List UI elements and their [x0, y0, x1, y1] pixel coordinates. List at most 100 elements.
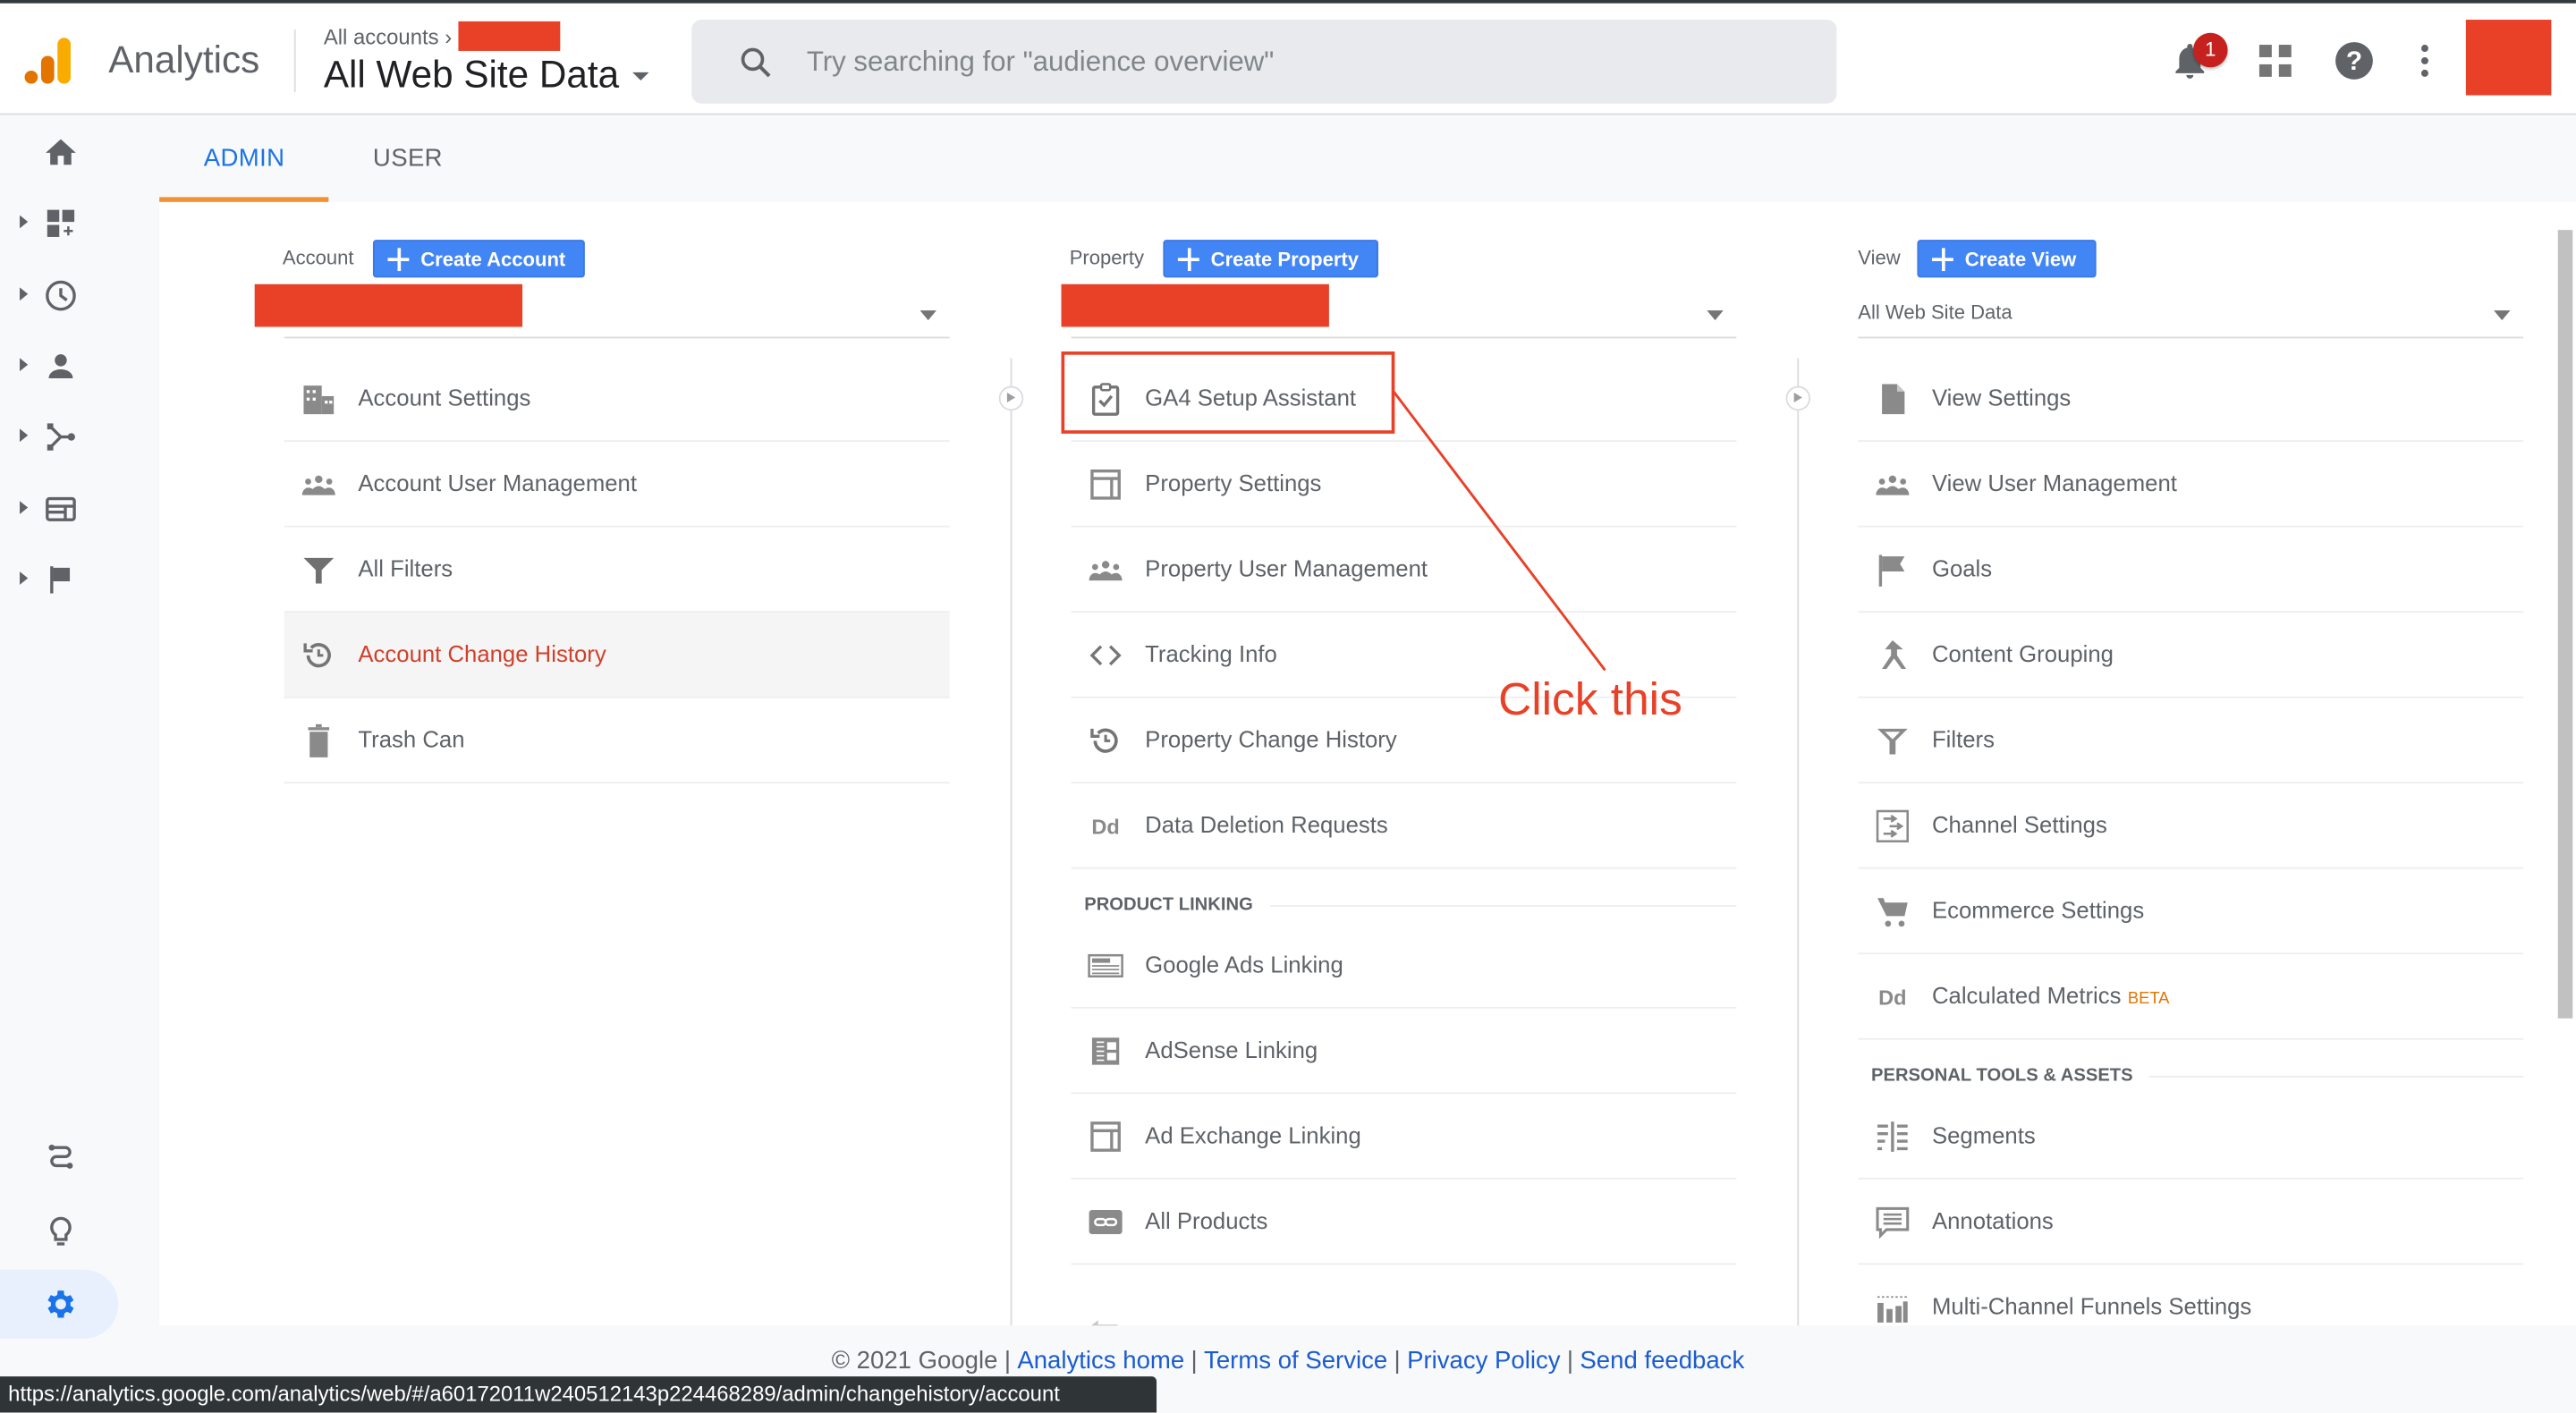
trash-can-item[interactable]: Trash Can — [284, 698, 950, 784]
ad-exchange-linking-item[interactable]: Ad Exchange Linking — [1071, 1094, 1737, 1180]
breadcrumb[interactable]: All accounts › — [324, 21, 561, 51]
filters-item[interactable]: Filters — [1858, 698, 2524, 784]
svg-text:Dd: Dd — [1878, 986, 1906, 1009]
more-vert-icon[interactable] — [2403, 39, 2446, 82]
item-label: Account User Management — [358, 470, 637, 496]
view-selector[interactable]: All Web Site Data — [323, 52, 649, 97]
item-label: Data Deletion Requests — [1145, 811, 1388, 838]
nav-home[interactable] — [0, 123, 118, 182]
flag-icon — [50, 566, 71, 594]
admin-panel: Account Create Account Account Settings … — [159, 201, 2576, 1326]
adsense-linking-item[interactable]: AdSense Linking — [1071, 1009, 1737, 1095]
footer-link-feedback[interactable]: Send feedback — [1580, 1347, 1744, 1375]
account-settings-item[interactable]: Account Settings — [284, 357, 950, 443]
code-icon — [1089, 645, 1122, 666]
nav-behavior[interactable] — [0, 479, 118, 538]
svg-text:?: ? — [2346, 47, 2362, 76]
account-user-management-item[interactable]: Account User Management — [284, 442, 950, 528]
search-box[interactable] — [691, 20, 1837, 104]
breadcrumb-all-accounts[interactable]: All accounts — [324, 25, 439, 50]
building-icon — [303, 385, 335, 415]
item-label: AdSense Linking — [1145, 1036, 1318, 1063]
view-settings-item[interactable]: View Settings — [1858, 357, 2524, 443]
item-label: Annotations — [1931, 1206, 2054, 1234]
content-grouping-item[interactable]: Content Grouping — [1858, 613, 2524, 698]
adsense-icon — [1091, 1037, 1120, 1065]
search-input[interactable] — [803, 39, 1796, 86]
create-account-button[interactable]: Create Account — [372, 240, 586, 278]
flag-icon — [1878, 554, 1905, 587]
google-ads-linking-item[interactable]: Google Ads Linking — [1071, 923, 1737, 1009]
apps-grid-icon[interactable] — [2254, 39, 2297, 82]
item-label: Calculated Metrics BETA — [1932, 982, 2169, 1008]
comment-icon — [1876, 1206, 1910, 1240]
footer-link-privacy[interactable]: Privacy Policy — [1407, 1347, 1560, 1375]
item-label: Google Ads Linking — [1145, 951, 1343, 977]
expand-arrow-icon — [20, 501, 29, 514]
annotations-item[interactable]: Annotations — [1858, 1180, 2524, 1265]
view-dropdown[interactable]: All Web Site Data — [1858, 294, 2524, 339]
browser-status-url: https://analytics.google.com/analytics/w… — [0, 1376, 1157, 1413]
tab-user[interactable]: USER — [373, 145, 443, 173]
expand-arrow-icon — [20, 571, 29, 585]
gear-icon — [47, 1290, 74, 1318]
account-selector[interactable] — [254, 283, 950, 339]
ga4-setup-assistant-item[interactable]: GA4 Setup Assistant — [1071, 357, 1737, 443]
data-deletion-requests-item[interactable]: Dd Data Deletion Requests — [1071, 783, 1737, 869]
property-user-management-item[interactable]: Property User Management — [1071, 528, 1737, 613]
item-label: Goals — [1931, 554, 1993, 582]
svg-text:Dd: Dd — [1091, 815, 1119, 838]
account-change-history-item[interactable]: Account Change History — [284, 613, 950, 698]
property-settings-item[interactable]: Property Settings — [1071, 442, 1737, 528]
nav-attribution[interactable] — [0, 1130, 118, 1189]
redacted-property-selection — [1061, 283, 1329, 327]
footer-link-terms[interactable]: Terms of Service — [1204, 1347, 1387, 1375]
mcf-settings-item[interactable]: Multi-Channel Funnels Settings — [1858, 1265, 2523, 1325]
clock-icon — [46, 280, 76, 311]
home-icon — [46, 139, 76, 165]
calculated-metrics-item[interactable]: Dd Calculated Metrics BETA — [1858, 954, 2524, 1040]
all-products-item[interactable]: All Products — [1071, 1180, 1737, 1265]
tab-admin[interactable]: ADMIN — [204, 145, 285, 173]
create-property-button[interactable]: Create Property — [1163, 240, 1379, 278]
view-user-management-item[interactable]: View User Management — [1858, 442, 2524, 528]
nav-audience[interactable] — [0, 337, 118, 396]
help-icon[interactable]: ? — [2333, 39, 2376, 82]
nav-acquisition[interactable] — [0, 408, 118, 467]
create-view-button[interactable]: Create View — [1917, 240, 2097, 278]
channel-settings-item[interactable]: Channel Settings — [1858, 783, 2524, 869]
caret-down-icon — [2494, 310, 2511, 321]
ecommerce-settings-item[interactable]: Ecommerce Settings — [1858, 869, 2524, 955]
expand-arrow-icon — [20, 287, 29, 301]
scrollbar[interactable] — [2557, 230, 2573, 1019]
nav-realtime[interactable] — [0, 267, 118, 326]
attribution-icon — [48, 1144, 73, 1169]
footer: © 2021 Google | Analytics home | Terms of Se… — [831, 1347, 1745, 1375]
adx-icon — [1090, 1121, 1121, 1152]
redacted-account-selection — [254, 283, 523, 327]
nav-admin[interactable] — [0, 1269, 119, 1339]
nav-discover[interactable] — [0, 1202, 118, 1261]
account-avatar[interactable] — [2465, 20, 2552, 96]
filter-icon — [303, 557, 335, 584]
property-selector[interactable] — [1061, 283, 1737, 339]
app-name: Analytics — [108, 38, 260, 80]
segments-item[interactable]: Segments — [1858, 1094, 2524, 1180]
caret-down-icon — [919, 310, 936, 321]
top-bar: Analytics All accounts › All Web Site Da… — [0, 0, 2576, 115]
people-icon — [1876, 475, 1910, 495]
goals-item[interactable]: Goals — [1858, 528, 2524, 613]
footer-link-analytics-home[interactable]: Analytics home — [1017, 1347, 1184, 1375]
copyright: © 2021 Google — [831, 1347, 998, 1375]
account-items: Account Settings Account User Management… — [284, 357, 950, 784]
ads-icon — [1088, 953, 1123, 978]
people-icon — [1089, 561, 1123, 581]
all-filters-item[interactable]: All Filters — [284, 528, 950, 613]
nav-conversions[interactable] — [0, 550, 118, 609]
caret-down-icon — [631, 72, 649, 81]
property-items: GA4 Setup Assistant Property Settings Pr… — [1071, 357, 1737, 1326]
history-icon — [1090, 728, 1118, 753]
postbacks-item[interactable]: Postbacks — [1072, 1265, 1737, 1326]
view-selector-label: All Web Site Data — [323, 52, 620, 96]
nav-customization[interactable] — [0, 194, 118, 253]
